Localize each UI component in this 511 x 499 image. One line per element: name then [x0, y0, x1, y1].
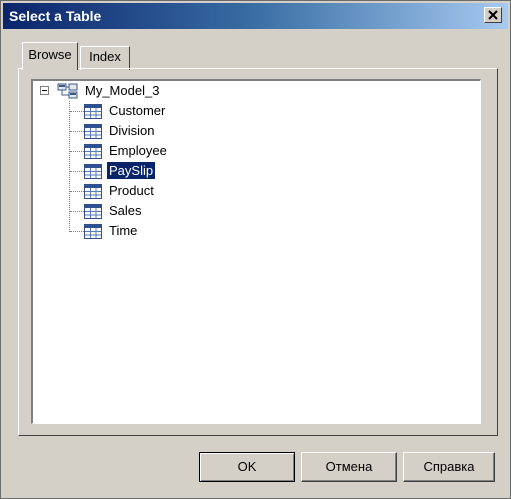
- tab-index[interactable]: Index: [80, 46, 130, 70]
- tree-item-sales[interactable]: Sales: [33, 201, 333, 221]
- close-button[interactable]: [484, 7, 502, 23]
- tab-index-label: Index: [89, 49, 121, 64]
- table-icon: [84, 164, 102, 179]
- tree-item-label: Time: [109, 223, 138, 238]
- tree-item-label: Customer: [109, 103, 166, 118]
- table-icon: [84, 184, 102, 199]
- tree-branch-line: [70, 151, 84, 152]
- tree-branch-line: [70, 231, 84, 232]
- model-icon: [57, 83, 78, 99]
- browse-tab-panel: My_Model_3 Customer Division Employee Pa…: [18, 68, 498, 436]
- ok-button[interactable]: OK: [199, 452, 295, 482]
- tab-browse[interactable]: Browse: [22, 42, 78, 72]
- table-icon: [84, 124, 102, 139]
- tree-item-label: Product: [109, 183, 154, 198]
- tree-item-product[interactable]: Product: [33, 181, 333, 201]
- collapse-toggle-icon[interactable]: [40, 86, 49, 95]
- tree-branch-line: [70, 111, 84, 112]
- title-bar[interactable]: Select a Table: [3, 3, 508, 29]
- tree-branch-line: [70, 211, 84, 212]
- tab-browse-label: Browse: [28, 47, 72, 62]
- window-title: Select a Table: [9, 8, 102, 24]
- help-button[interactable]: Справка: [403, 452, 495, 482]
- tree-root-label: My_Model_3: [85, 83, 160, 98]
- table-tree-view[interactable]: My_Model_3 Customer Division Employee Pa…: [31, 79, 481, 424]
- close-icon: [488, 10, 498, 20]
- cancel-button[interactable]: Отмена: [301, 452, 397, 482]
- tree-branch-line: [70, 131, 84, 132]
- tree-branch-line: [70, 171, 84, 172]
- tree-item-label: Sales: [109, 203, 142, 218]
- table-icon: [84, 144, 102, 159]
- table-icon: [84, 224, 102, 239]
- tree-item-label: Division: [109, 123, 155, 138]
- tree-item-time[interactable]: Time: [33, 221, 333, 241]
- tab-active-joint: [23, 68, 77, 72]
- table-icon: [84, 204, 102, 219]
- tree-item-division[interactable]: Division: [33, 121, 333, 141]
- table-icon: [84, 104, 102, 119]
- tree-item-customer[interactable]: Customer: [33, 101, 333, 121]
- tree-item-label: PaySlip: [105, 161, 157, 180]
- tree-item-employee[interactable]: Employee: [33, 141, 333, 161]
- tree-branch-line: [70, 191, 84, 192]
- tree-item-label: Employee: [109, 143, 167, 158]
- select-table-dialog: Select a Table Browse Index My_Model_3 C…: [0, 0, 511, 499]
- tree-item-payslip[interactable]: PaySlip: [33, 161, 333, 181]
